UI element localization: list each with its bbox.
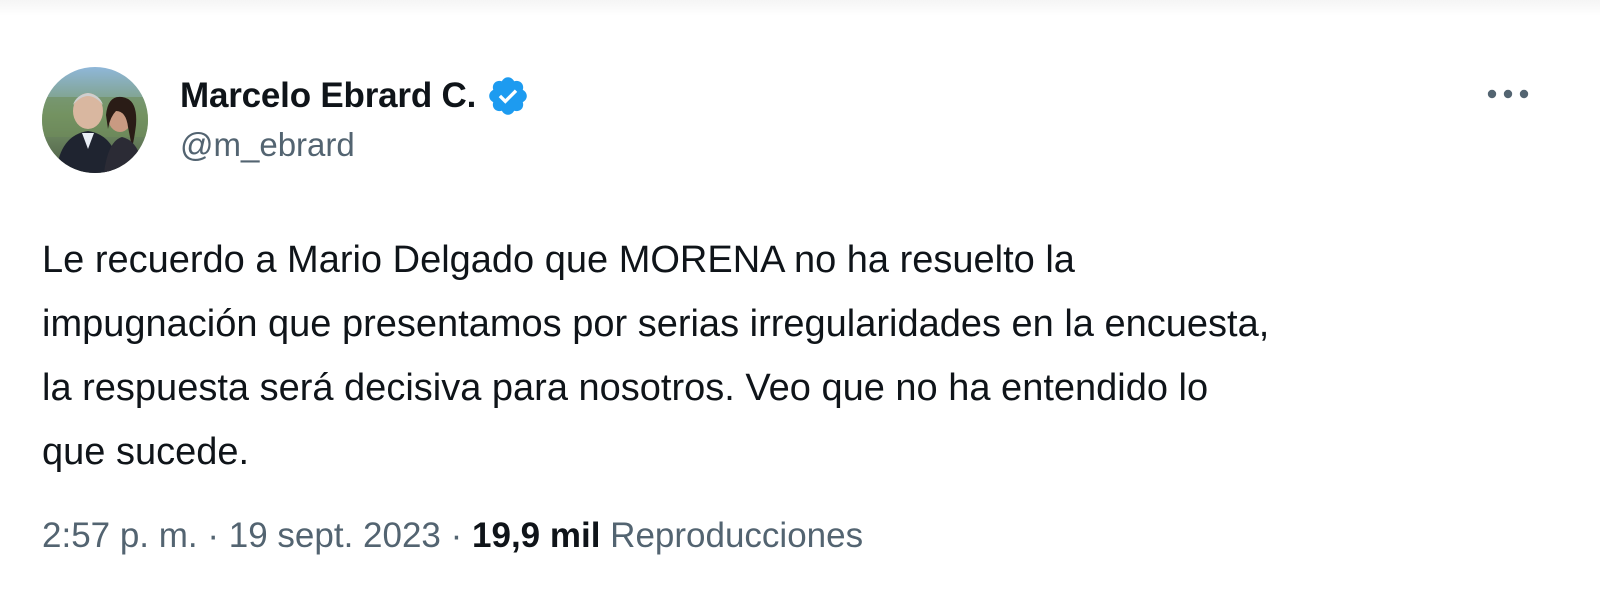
display-name[interactable]: Marcelo Ebrard C. (180, 76, 476, 116)
tweet-time[interactable]: 2:57 p. m. (42, 516, 198, 555)
tweet-text-line: Le recuerdo a Mario Delgado que MORENA n… (42, 239, 1075, 281)
user-handle[interactable]: @m_ebrard (180, 126, 355, 164)
verified-badge-icon[interactable] (486, 74, 530, 118)
tweet-card: Marcelo Ebrard C. @m_ebrard Le recuerdo … (0, 0, 1600, 615)
more-options-icon[interactable] (1484, 80, 1532, 108)
tweet-text-line: la respuesta será decisiva para nosotros… (42, 367, 1209, 409)
tweet-meta: 2:57 p. m. · 19 sept. 2023 · 19,9 mil Re… (42, 516, 863, 556)
views-count: 19,9 mil (472, 516, 601, 555)
avatar[interactable] (42, 67, 148, 173)
tweet-text: Le recuerdo a Mario Delgado que MORENA n… (42, 228, 1572, 484)
tweet-text-line: impugnación que presentamos por serias i… (42, 303, 1270, 345)
name-row: Marcelo Ebrard C. (180, 72, 530, 120)
tweet-date[interactable]: 19 sept. 2023 (229, 516, 441, 555)
views-label: Reproducciones (610, 516, 864, 555)
meta-separator: · (450, 516, 463, 555)
meta-separator: · (207, 516, 220, 555)
tweet-text-line: que sucede. (42, 431, 250, 473)
